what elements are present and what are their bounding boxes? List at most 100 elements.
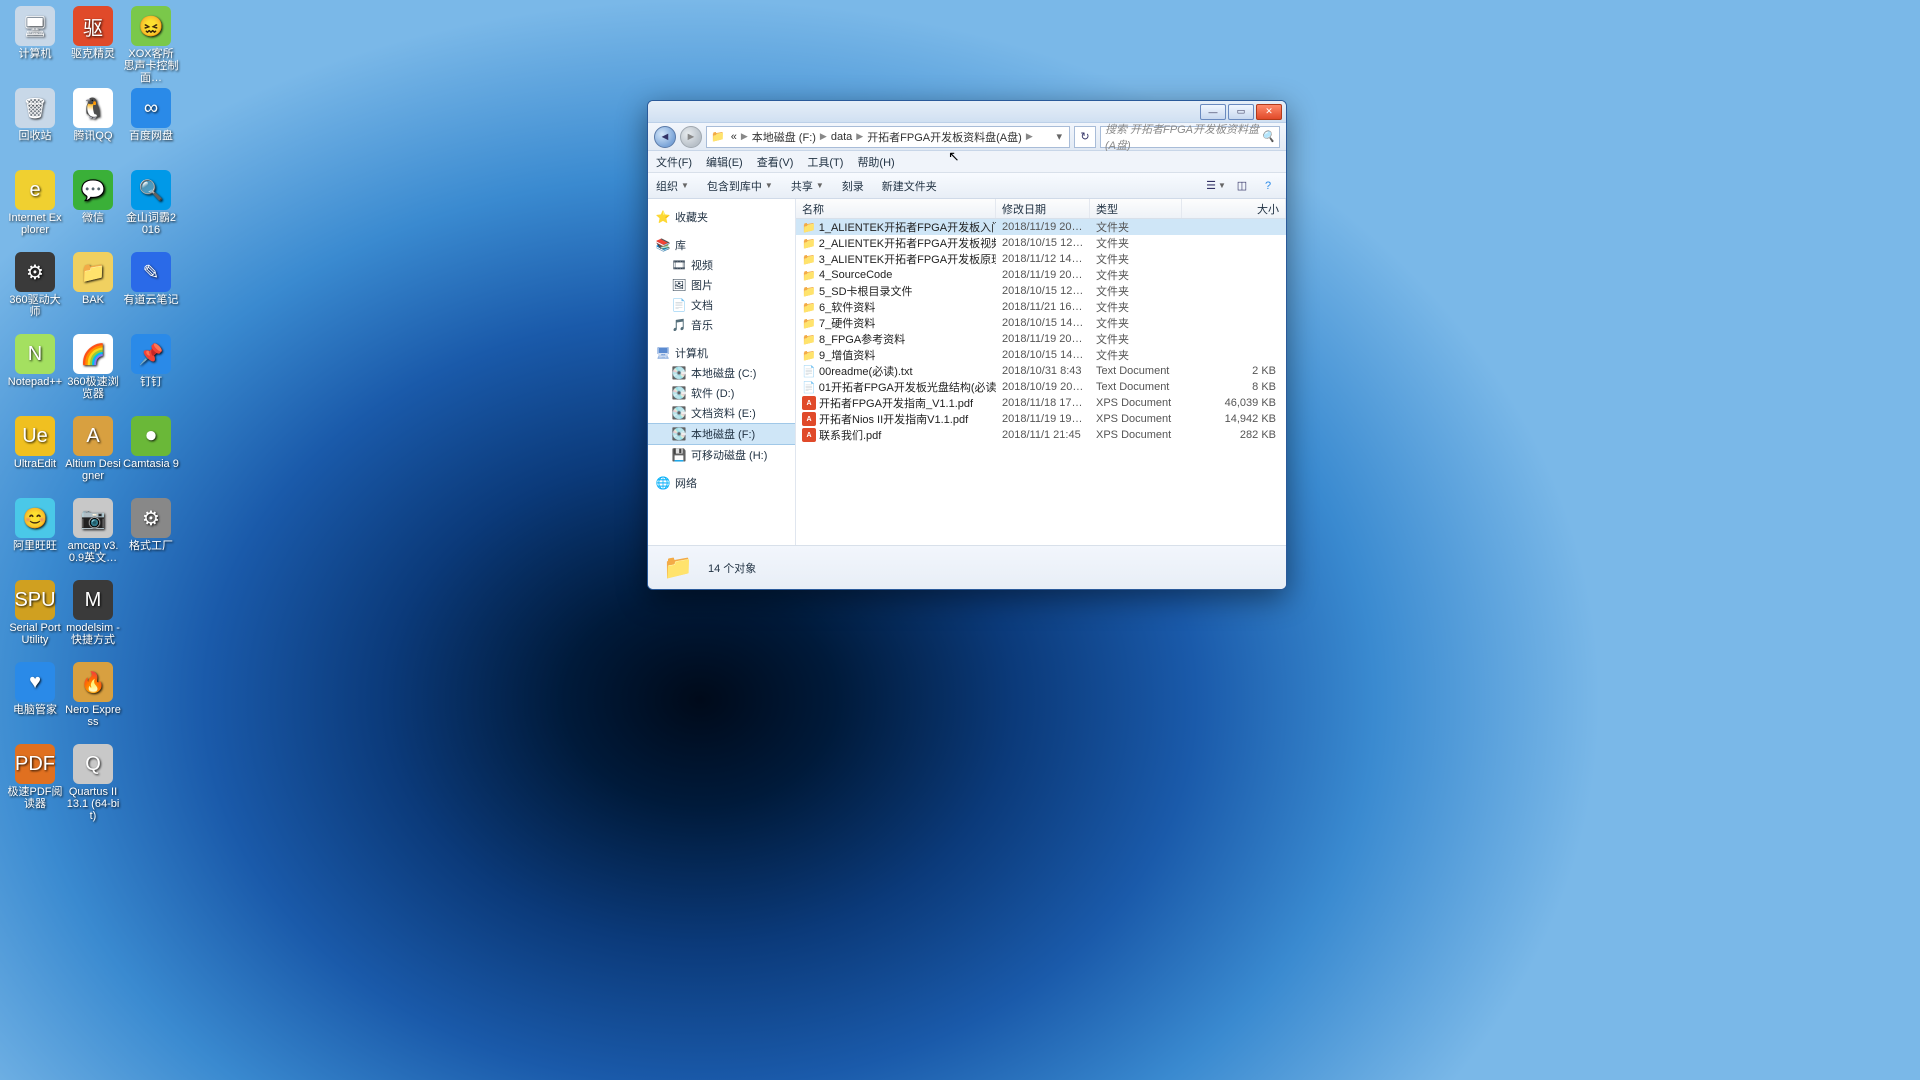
file-row[interactable]: A开拓者FPGA开发指南_V1.1.pdf2018/11/18 17:24XPS… <box>796 395 1286 411</box>
desktop-icon[interactable]: 📁BAK <box>65 252 121 334</box>
organize-button[interactable]: 组织▼ <box>656 178 689 194</box>
tree-section[interactable]: 🌐网络 <box>648 473 795 493</box>
desktop-icon[interactable]: 🗑回收站 <box>7 88 63 170</box>
forward-button[interactable]: ► <box>680 126 702 148</box>
column-name[interactable]: 名称 <box>796 199 996 218</box>
breadcrumb-item[interactable]: data <box>828 131 855 143</box>
doc-icon: 📄 <box>672 298 686 312</box>
menu-item[interactable]: 工具(T) <box>807 154 843 170</box>
share-button[interactable]: 共享▼ <box>791 178 824 194</box>
address-bar[interactable]: 📁«▶本地磁盘 (F:)▶data▶开拓者FPGA开发板资料盘(A盘)▶▾ <box>706 126 1070 148</box>
file-row[interactable]: 📁6_软件资料2018/11/21 16:33文件夹 <box>796 299 1286 315</box>
new-folder-button[interactable]: 新建文件夹 <box>882 178 937 194</box>
desktop-icon[interactable]: ♥电脑管家 <box>7 662 63 744</box>
column-size[interactable]: 大小 <box>1182 199 1286 218</box>
burn-button[interactable]: 刻录 <box>842 178 864 194</box>
file-type: 文件夹 <box>1090 219 1182 235</box>
desktop-icon[interactable]: SPUSerial Port Utility <box>7 580 63 662</box>
desktop-icon[interactable]: NNotepad++ <box>7 334 63 416</box>
file-row[interactable]: 📁1_ALIENTEK开拓者FPGA开发板入门资料2018/11/19 20:2… <box>796 219 1286 235</box>
desktop-icon[interactable]: 💬微信 <box>65 170 121 252</box>
tree-section[interactable]: ⭐收藏夹 <box>648 207 795 227</box>
desktop-icon[interactable]: ⏺Camtasia 9 <box>123 416 179 498</box>
file-row[interactable]: 📁2_ALIENTEK开拓者FPGA开发板视频教程2018/10/15 12:0… <box>796 235 1286 251</box>
file-row[interactable]: 📁5_SD卡根目录文件2018/10/15 12:35文件夹 <box>796 283 1286 299</box>
file-size: 2 KB <box>1182 365 1286 377</box>
refresh-button[interactable]: ↻ <box>1074 126 1096 148</box>
desktop-icon[interactable]: ⚙格式工厂 <box>123 498 179 580</box>
app-icon: A <box>73 416 113 456</box>
desktop-icon[interactable]: 😊阿里旺旺 <box>7 498 63 580</box>
tree-item[interactable]: 📄文档 <box>648 295 795 315</box>
file-row[interactable]: 📁4_SourceCode2018/11/19 20:18文件夹 <box>796 267 1286 283</box>
file-type: 文件夹 <box>1090 299 1182 315</box>
desktop-icon[interactable]: ⚙360驱动大师 <box>7 252 63 334</box>
view-mode-button[interactable]: ☰▼ <box>1206 177 1226 195</box>
desktop-icon[interactable]: 🔍金山词霸2016 <box>123 170 179 252</box>
menu-item[interactable]: 编辑(E) <box>706 154 743 170</box>
desktop-icon[interactable]: 🖥计算机 <box>7 6 63 88</box>
menu-item[interactable]: 文件(F) <box>656 154 692 170</box>
tree-drive-item[interactable]: 💽本地磁盘 (F:) <box>648 423 795 445</box>
file-row[interactable]: 📄00readme(必读).txt2018/10/31 8:43Text Doc… <box>796 363 1286 379</box>
menu-item[interactable]: 查看(V) <box>757 154 794 170</box>
file-name: 4_SourceCode <box>819 269 892 281</box>
app-label: 腾讯QQ <box>73 130 112 142</box>
desktop-icon[interactable]: Mmodelsim - 快捷方式 <box>65 580 121 662</box>
tree-section[interactable]: 📚库 <box>648 235 795 255</box>
desktop-icon[interactable]: QQuartus II 13.1 (64-bit) <box>65 744 121 826</box>
folder-icon: 📁 <box>802 268 816 282</box>
tree-item[interactable]: 🖼图片 <box>648 275 795 295</box>
preview-pane-button[interactable]: ◫ <box>1232 177 1252 195</box>
menu-item[interactable]: 帮助(H) <box>857 154 894 170</box>
desktop-icon[interactable]: UeUltraEdit <box>7 416 63 498</box>
file-row[interactable]: 📁7_硬件资料2018/10/15 14:19文件夹 <box>796 315 1286 331</box>
file-type: Text Document <box>1090 365 1182 377</box>
desktop-icon[interactable]: ∞百度网盘 <box>123 88 179 170</box>
desktop-icon[interactable]: 🐧腾讯QQ <box>65 88 121 170</box>
minimize-button[interactable]: — <box>1200 104 1226 120</box>
desktop-icon[interactable]: 📌 钉钉 <box>123 334 179 416</box>
desktop-icon[interactable]: 📷amcap v3.0.9英文… <box>65 498 121 580</box>
back-button[interactable]: ◄ <box>654 126 676 148</box>
app-icon: ⚙ <box>131 498 171 538</box>
maximize-button[interactable]: ▭ <box>1228 104 1254 120</box>
include-in-library-button[interactable]: 包含到库中▼ <box>707 178 773 194</box>
desktop-icon[interactable]: PDF极速PDF阅读器 <box>7 744 63 826</box>
desktop-icon[interactable]: ✎有道云笔记 <box>123 252 179 334</box>
file-row[interactable]: A联系我们.pdf2018/11/1 21:45XPS Document282 … <box>796 427 1286 443</box>
breadcrumb-item[interactable]: 开拓者FPGA开发板资料盘(A盘) <box>864 129 1025 145</box>
file-row[interactable]: 📁8_FPGA参考资料2018/11/19 20:21文件夹 <box>796 331 1286 347</box>
breadcrumb-item[interactable]: 本地磁盘 (F:) <box>749 129 819 145</box>
file-row[interactable]: 📁3_ALIENTEK开拓者FPGA开发板原理图2018/11/12 14:44… <box>796 251 1286 267</box>
app-label: 钉钉 <box>140 376 162 388</box>
desktop-icon[interactable]: 🌈360极速浏览器 <box>65 334 121 416</box>
breadcrumb-item[interactable]: « <box>728 131 740 143</box>
address-dropdown-icon[interactable]: ▾ <box>1053 130 1065 143</box>
tree-item[interactable]: 🎵音乐 <box>648 315 795 335</box>
navigation-tree: ⭐收藏夹 📚库🎞视频🖼图片📄文档🎵音乐 🖥计算机💽本地磁盘 (C:)💽软件 (D:)… <box>648 199 796 545</box>
column-type[interactable]: 类型 <box>1090 199 1182 218</box>
desktop-icon[interactable]: 驱驱克精灵 <box>65 6 121 88</box>
close-button[interactable]: ✕ <box>1256 104 1282 120</box>
desktop-icon[interactable]: 😖XOX客所思声卡控制面… <box>123 6 179 88</box>
search-box[interactable]: 搜索 开拓者FPGA开发板资料盘(A盘) 🔍 <box>1100 126 1280 148</box>
desktop-icon[interactable]: AAltium Designer <box>65 416 121 498</box>
file-name: 1_ALIENTEK开拓者FPGA开发板入门资料 <box>819 219 996 235</box>
tree-section[interactable]: 🖥计算机 <box>648 343 795 363</box>
desktop-icon[interactable]: eInternet Explorer <box>7 170 63 252</box>
file-date: 2018/10/31 8:43 <box>996 365 1090 377</box>
file-row[interactable]: A开拓者Nios II开发指南V1.1.pdf2018/11/19 19:51X… <box>796 411 1286 427</box>
tree-item[interactable]: 🎞视频 <box>648 255 795 275</box>
app-icon: 📌 <box>131 334 171 374</box>
desktop-icon[interactable]: 🔥Nero Express <box>65 662 121 744</box>
tree-drive-item[interactable]: 💽软件 (D:) <box>648 383 795 403</box>
tree-drive-item[interactable]: 💾可移动磁盘 (H:) <box>648 445 795 465</box>
drive-icon: 💽 <box>672 406 686 420</box>
file-row[interactable]: 📁9_增值资料2018/10/15 14:19文件夹 <box>796 347 1286 363</box>
tree-drive-item[interactable]: 💽文档资料 (E:) <box>648 403 795 423</box>
help-button[interactable]: ? <box>1258 177 1278 195</box>
tree-drive-item[interactable]: 💽本地磁盘 (C:) <box>648 363 795 383</box>
file-row[interactable]: 📄01开拓者FPGA开发板光盘结构(必读).txt2018/10/19 20:5… <box>796 379 1286 395</box>
column-date[interactable]: 修改日期 <box>996 199 1090 218</box>
